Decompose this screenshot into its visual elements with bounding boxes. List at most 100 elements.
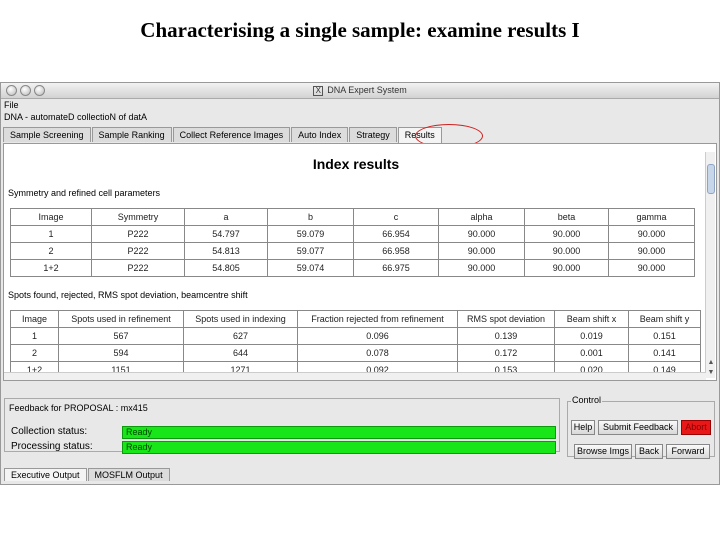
table-cell: 59.074 [267, 259, 354, 277]
table-cell: 90.000 [438, 225, 525, 243]
table-cell: 54.805 [184, 259, 268, 277]
table-header-cell: Beam shift x [554, 310, 629, 328]
table-header-cell: b [267, 208, 354, 226]
app-title: DNA - automateD collectioN of datA [4, 112, 148, 122]
table-cell: 90.000 [438, 259, 525, 277]
table-header-row: Image Symmetry a b c alpha beta gamma [10, 208, 695, 226]
x11-icon: X [313, 85, 324, 96]
feedback-label: Feedback for PROPOSAL : mx415 [9, 403, 148, 413]
tab-collect-reference-images[interactable]: Collect Reference Images [172, 127, 291, 142]
table-cell: 90.000 [524, 259, 609, 277]
app-window: X DNA Expert System File DNA - automateD … [0, 82, 720, 485]
horizontal-scrollbar[interactable] [4, 372, 706, 380]
table-cell: P222 [91, 225, 185, 243]
processing-status-bar: Ready [122, 441, 556, 454]
table-cell: 90.000 [524, 225, 609, 243]
tab-auto-index[interactable]: Auto Index [291, 127, 349, 142]
table-header-cell: Fraction rejected from refinement [297, 310, 458, 328]
table-cell: 567 [58, 327, 184, 345]
table-header-cell: Beam shift y [628, 310, 701, 328]
table-cell: 54.813 [184, 242, 268, 260]
window-title-text: DNA Expert System [327, 85, 407, 95]
table-row: 1+2 P222 54.805 59.074 66.975 90.000 90.… [10, 259, 695, 277]
index-results-heading: Index results [312, 156, 400, 172]
table-cell: 0.078 [297, 344, 458, 362]
table-header-cell: gamma [608, 208, 695, 226]
scroll-up-icon[interactable]: ▲ [706, 358, 716, 368]
feedback-panel: Feedback for PROPOSAL : mx415 Collection… [4, 398, 560, 454]
table-header-cell: beta [524, 208, 609, 226]
slide-title: Characterising a single sample: examine … [140, 18, 580, 42]
table-cell: 1+2 [10, 259, 92, 277]
back-button[interactable]: Back [635, 444, 663, 459]
table-cell: 644 [183, 344, 298, 362]
table-cell: 90.000 [608, 242, 695, 260]
table-header-cell: c [353, 208, 439, 226]
cell-section-label: Symmetry and refined cell parameters [8, 188, 161, 198]
results-panel: Index results Symmetry and refined cell … [3, 143, 717, 381]
help-button[interactable]: Help [571, 420, 595, 435]
table-row: 1 567 627 0.096 0.139 0.019 0.151 [10, 327, 701, 345]
table-cell: 594 [58, 344, 184, 362]
menu-file[interactable]: File [4, 100, 19, 110]
table-header-cell: Image [10, 208, 92, 226]
cell-table: Image Symmetry a b c alpha beta gamma 1 … [10, 208, 695, 277]
tab-executive-output[interactable]: Executive Output [4, 468, 87, 481]
output-tabs: Executive Output MOSFLM Output [4, 468, 171, 482]
table-cell: P222 [91, 259, 185, 277]
window-titlebar: X DNA Expert System [1, 83, 719, 99]
table-cell: 90.000 [524, 242, 609, 260]
table-header-cell: RMS spot deviation [457, 310, 555, 328]
tab-results[interactable]: Results [397, 127, 442, 143]
table-cell: 0.141 [628, 344, 701, 362]
scrollbar-thumb[interactable] [707, 164, 715, 194]
vertical-scrollbar[interactable]: ▲ ▼ [705, 152, 715, 378]
table-cell: 0.096 [297, 327, 458, 345]
table-cell: 2 [10, 344, 59, 362]
table-header-cell: Spots used in indexing [183, 310, 298, 328]
table-cell: 90.000 [608, 225, 695, 243]
tab-sample-ranking[interactable]: Sample Ranking [91, 127, 172, 142]
tab-mosflm-output[interactable]: MOSFLM Output [87, 468, 170, 481]
table-header-row: Image Spots used in refinement Spots use… [10, 310, 701, 328]
table-cell: 0.139 [457, 327, 555, 345]
abort-button[interactable]: Abort [681, 420, 711, 435]
collection-status-bar: Ready [122, 426, 556, 439]
table-header-cell: Spots used in refinement [58, 310, 184, 328]
table-header-cell: Symmetry [91, 208, 185, 226]
table-header-cell: a [184, 208, 268, 226]
table-cell: 66.954 [353, 225, 439, 243]
spots-section-label: Spots found, rejected, RMS spot deviatio… [8, 290, 248, 300]
table-cell: 0.019 [554, 327, 629, 345]
spots-table: Image Spots used in refinement Spots use… [10, 310, 701, 379]
processing-status-label: Processing status: [11, 441, 93, 452]
table-row: 2 594 644 0.078 0.172 0.001 0.141 [10, 344, 701, 362]
window-title: X DNA Expert System [1, 85, 719, 96]
browse-images-button[interactable]: Browse Imgs [574, 444, 632, 459]
submit-feedback-button[interactable]: Submit Feedback [598, 420, 678, 435]
table-cell: 54.797 [184, 225, 268, 243]
tab-sample-screening[interactable]: Sample Screening [3, 127, 91, 142]
control-panel: Control Help Submit Feedback Abort Brows… [567, 395, 715, 459]
table-cell: 0.001 [554, 344, 629, 362]
table-row: 2 P222 54.813 59.077 66.958 90.000 90.00… [10, 242, 695, 260]
scroll-down-icon[interactable]: ▼ [706, 368, 716, 378]
table-row: 1 P222 54.797 59.079 66.954 90.000 90.00… [10, 225, 695, 243]
forward-button[interactable]: Forward [666, 444, 710, 459]
table-cell: 66.975 [353, 259, 439, 277]
table-cell: 0.151 [628, 327, 701, 345]
table-cell: 1 [10, 327, 59, 345]
collection-status-label: Collection status: [11, 426, 88, 437]
main-tabs: Sample Screening Sample Ranking Collect … [3, 127, 443, 143]
table-cell: 90.000 [608, 259, 695, 277]
control-label: Control [571, 395, 603, 405]
table-cell: 59.079 [267, 225, 354, 243]
table-header-cell: alpha [438, 208, 525, 226]
table-header-cell: Image [10, 310, 59, 328]
table-cell: P222 [91, 242, 185, 260]
table-cell: 627 [183, 327, 298, 345]
table-cell: 0.172 [457, 344, 555, 362]
tab-strategy[interactable]: Strategy [349, 127, 397, 142]
table-cell: 2 [10, 242, 92, 260]
table-cell: 59.077 [267, 242, 354, 260]
